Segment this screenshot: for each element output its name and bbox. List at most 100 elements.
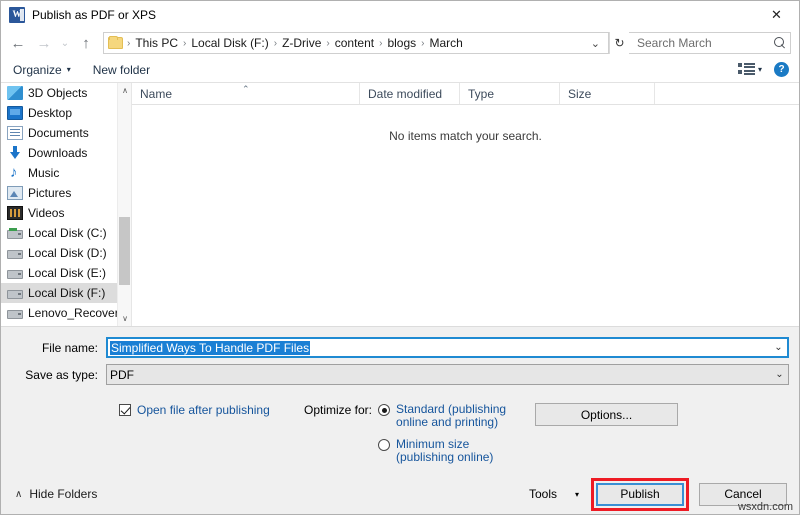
title-bar: Publish as PDF or XPS ✕: [1, 1, 799, 29]
search-icon: [774, 37, 786, 49]
file-name-label: File name:: [11, 341, 106, 355]
sidebar-item-label: Local Disk (D:): [28, 246, 107, 260]
column-header-type[interactable]: Type: [460, 83, 560, 104]
tools-label: Tools: [529, 487, 557, 501]
up-button[interactable]: ↑: [73, 31, 99, 55]
document-icon: [7, 126, 23, 140]
download-arrow-icon: [7, 146, 23, 160]
publish-button[interactable]: Publish: [596, 483, 684, 506]
column-header-date-modified[interactable]: Date modified: [360, 83, 460, 104]
forward-button[interactable]: →: [31, 31, 57, 55]
navigation-sidebar: 3D Objects Desktop Documents Downloads M…: [1, 83, 131, 326]
sidebar-item-music[interactable]: Music: [1, 163, 131, 183]
drive-icon: [7, 290, 23, 299]
search-input[interactable]: [637, 36, 772, 50]
sidebar-item-label: Documents: [28, 126, 89, 140]
optimize-radio-group: Standard (publishing online and printing…: [378, 403, 508, 479]
sidebar-item-3d-objects[interactable]: 3D Objects: [1, 83, 131, 103]
optimize-for-group: Optimize for: Standard (publishing onlin…: [304, 403, 508, 479]
search-box[interactable]: [629, 32, 791, 54]
chevron-down-icon[interactable]: ⌄: [585, 37, 606, 50]
sidebar-item-documents[interactable]: Documents: [1, 123, 131, 143]
radio-standard[interactable]: Standard (publishing online and printing…: [378, 403, 508, 429]
file-name-input[interactable]: Simplified Ways To Handle PDF Files ⌄: [106, 337, 789, 358]
watermark: wsxdn.com: [738, 501, 793, 513]
publish-options: Open file after publishing Optimize for:…: [11, 391, 789, 479]
column-header-name[interactable]: Name ⌃: [132, 83, 360, 104]
options-button[interactable]: Options...: [535, 403, 678, 426]
system-drive-icon: [7, 230, 23, 239]
drive-icon: [7, 310, 23, 319]
sidebar-item-label: Local Disk (E:): [28, 266, 106, 280]
sidebar-item-label: Desktop: [28, 106, 72, 120]
publish-as-pdf-or-xps-dialog: Publish as PDF or XPS ✕ ← → ⌄ ↑ › This P…: [0, 0, 800, 515]
cube-icon: [7, 86, 23, 100]
word-app-icon: [9, 7, 25, 23]
scroll-down-icon[interactable]: ∨: [118, 311, 131, 326]
sidebar-item-label: Local Disk (F:): [28, 286, 105, 300]
breadcrumb[interactable]: › This PC › Local Disk (F:) › Z-Drive › …: [103, 32, 609, 54]
refresh-icon[interactable]: ↻: [609, 32, 629, 54]
breadcrumb-item-local-disk-f[interactable]: Local Disk (F:): [187, 36, 272, 50]
column-label: Size: [568, 87, 591, 101]
help-icon[interactable]: ?: [774, 62, 789, 77]
sidebar-item-lenovo-recover[interactable]: Lenovo_Recover: [1, 303, 131, 323]
sidebar-scrollbar[interactable]: ∧ ∨: [117, 83, 131, 326]
column-header-size[interactable]: Size: [560, 83, 655, 104]
save-as-type-row: Save as type: PDF ⌄: [11, 364, 789, 385]
scrollbar-thumb[interactable]: [119, 217, 130, 285]
sidebar-item-label: 3D Objects: [28, 86, 87, 100]
folder-icon: [108, 37, 123, 49]
chevron-down-icon[interactable]: ▾: [758, 65, 762, 74]
breadcrumb-item-blogs[interactable]: blogs: [383, 36, 420, 50]
chevron-down-icon: ▾: [575, 490, 579, 499]
recent-locations-button[interactable]: ⌄: [57, 31, 73, 55]
chevron-down-icon: ▾: [67, 65, 71, 74]
drive-icon: [7, 250, 23, 259]
open-file-after-publishing-label: Open file after publishing: [137, 403, 270, 417]
address-bar: ← → ⌄ ↑ › This PC › Local Disk (F:) › Z-…: [1, 29, 799, 57]
view-layout-icon[interactable]: [738, 63, 756, 76]
radio-standard-label: Standard (publishing online and printing…: [396, 403, 508, 429]
hide-folders-button[interactable]: ∧ Hide Folders: [15, 487, 97, 501]
breadcrumb-item-content[interactable]: content: [331, 36, 378, 50]
scroll-up-icon[interactable]: ∧: [118, 83, 131, 98]
dialog-footer: ∧ Hide Folders Tools ▾ Publish Cancel: [1, 474, 799, 514]
new-folder-label: New folder: [93, 63, 150, 77]
sidebar-item-local-disk-d[interactable]: Local Disk (D:): [1, 243, 131, 263]
file-name-row: File name: Simplified Ways To Handle PDF…: [11, 337, 789, 358]
breadcrumb-item-this-pc[interactable]: This PC: [131, 36, 182, 50]
hide-folders-label: Hide Folders: [29, 487, 97, 501]
save-as-type-select[interactable]: PDF ⌄: [106, 364, 789, 385]
radio-minimum-size[interactable]: Minimum size (publishing online): [378, 438, 508, 464]
tools-button[interactable]: Tools ▾: [529, 487, 579, 501]
sort-ascending-icon: ⌃: [242, 84, 250, 95]
breadcrumb-item-z-drive[interactable]: Z-Drive: [278, 36, 325, 50]
column-headers: Name ⌃ Date modified Type Size: [132, 83, 799, 105]
close-icon[interactable]: ✕: [754, 1, 799, 29]
open-file-after-publishing-checkbox[interactable]: Open file after publishing: [119, 403, 299, 479]
sidebar-item-videos[interactable]: Videos: [1, 203, 131, 223]
sidebar-item-local-disk-c[interactable]: Local Disk (C:): [1, 223, 131, 243]
radio-icon: [378, 404, 390, 416]
sidebar-item-label: Local Disk (C:): [28, 226, 107, 240]
sidebar-item-label: Lenovo_Recover: [28, 306, 119, 320]
optimize-for-label: Optimize for:: [304, 403, 372, 479]
sidebar-item-local-disk-e[interactable]: Local Disk (E:): [1, 263, 131, 283]
chevron-up-icon: ∧: [15, 489, 22, 500]
new-folder-button[interactable]: New folder: [93, 63, 150, 77]
sidebar-item-pictures[interactable]: Pictures: [1, 183, 131, 203]
column-label: Date modified: [368, 87, 442, 101]
video-icon: [7, 206, 23, 220]
sidebar-item-local-disk-f[interactable]: Local Disk (F:): [1, 283, 131, 303]
breadcrumb-item-march[interactable]: March: [425, 36, 466, 50]
chevron-down-icon[interactable]: ⌄: [770, 339, 787, 356]
sidebar-item-desktop[interactable]: Desktop: [1, 103, 131, 123]
save-as-type-label: Save as type:: [11, 368, 106, 382]
sidebar-item-downloads[interactable]: Downloads: [1, 143, 131, 163]
organize-button[interactable]: Organize ▾: [13, 63, 71, 77]
back-button[interactable]: ←: [5, 31, 31, 55]
file-name-value: Simplified Ways To Handle PDF Files: [110, 341, 310, 355]
music-note-icon: [7, 166, 23, 180]
chevron-down-icon[interactable]: ⌄: [771, 365, 788, 384]
